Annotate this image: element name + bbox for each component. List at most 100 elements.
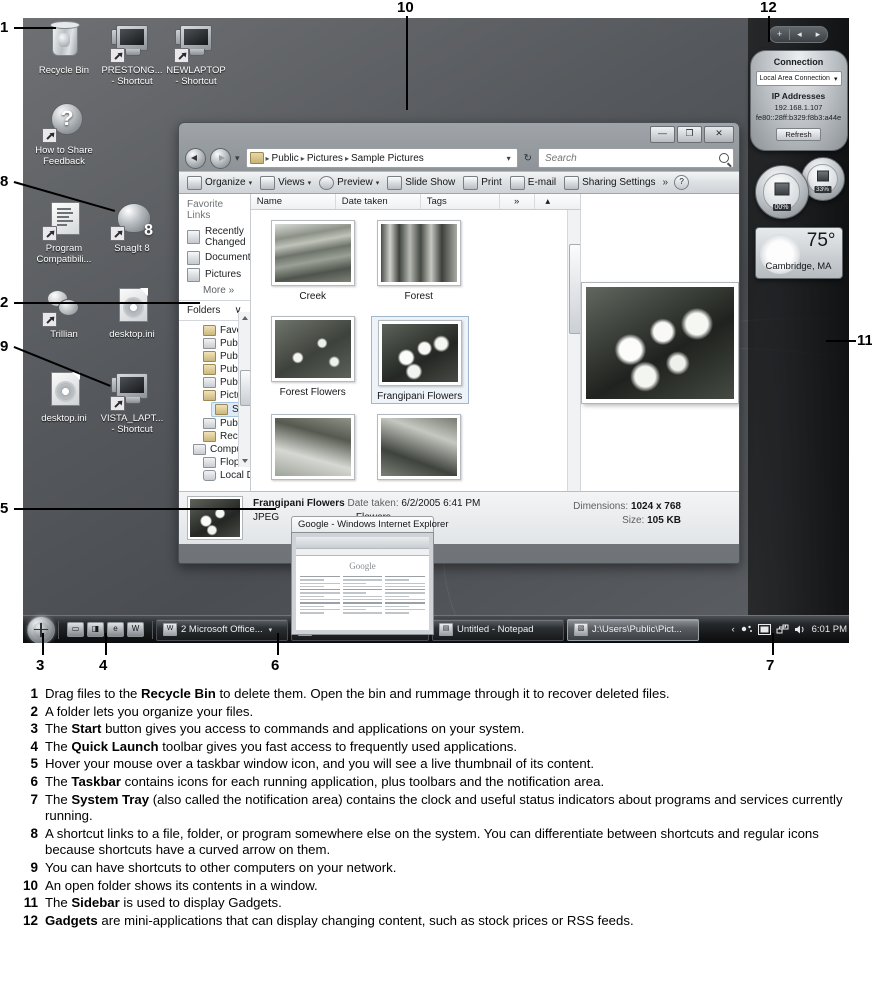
toolbar-organize-button[interactable]: Organize ▾ [184, 175, 255, 191]
breadcrumb-item-sample-pictures[interactable]: Sample Pictures [351, 153, 424, 164]
navigation-scrollbar[interactable] [237, 312, 250, 467]
callout-2: 2 [0, 294, 9, 311]
file-list-pane[interactable]: Name Date taken Tags » ▴ Creek Forest Fo… [250, 194, 580, 491]
navigation-pane[interactable]: Favorite Links Recently Changed Document… [179, 194, 251, 491]
favorite-links-header: Favorite Links [187, 199, 224, 221]
search-input[interactable] [543, 151, 719, 165]
breadcrumb-item-pictures[interactable]: Pictures [307, 153, 343, 164]
windows-sidebar[interactable]: + ◂ ▸ Connection Local Area Connection ▾… [748, 18, 849, 643]
close-button[interactable]: ✕ [704, 126, 734, 143]
breadcrumb-item-public[interactable]: Public [272, 153, 299, 164]
desktop-icon-trillian[interactable]: Trillian [27, 286, 101, 340]
file-list-scrollbar[interactable] [567, 210, 580, 491]
connection-select[interactable]: Local Area Connection ▾ [755, 71, 842, 86]
column-sort-icon[interactable]: ▴ [535, 194, 561, 209]
file-tile-creek[interactable]: Creek [265, 220, 361, 302]
help-button[interactable]: ? [674, 175, 690, 190]
tree-item-local-disk-c[interactable]: Local Disk (C:) [179, 469, 250, 482]
refresh-button[interactable]: Refresh [776, 128, 821, 141]
taskbar-button-microsoft-office[interactable]: W 2 Microsoft Office... ▾ [156, 618, 288, 641]
recent-pages-caret-icon[interactable]: ▾ [235, 153, 240, 164]
start-button[interactable] [27, 615, 55, 643]
refresh-icon[interactable]: ↻ [522, 153, 534, 164]
address-bar[interactable]: ▾ ▸ Public ▸ Pictures ▸ Sample Pictures … [179, 145, 739, 171]
preview-pane[interactable] [580, 194, 739, 491]
nav-link-documents[interactable]: Documents [179, 249, 250, 266]
file-tile-row3-2[interactable] [371, 414, 467, 485]
file-tile-frangipani-flowers[interactable]: Frangipani Flowers [370, 316, 469, 404]
desktop-background[interactable]: Recycle Bin PRESTONG... - Shortcut NEWLA… [23, 18, 849, 643]
toolbar-print-button[interactable]: Print [460, 175, 505, 191]
desktop-icon-label: PRESTONG... [101, 65, 163, 76]
cpu-meter-gadget[interactable]: 33% 00% [753, 157, 845, 219]
scroll-down-icon[interactable] [241, 459, 248, 463]
address-field[interactable]: ▸ Public ▸ Pictures ▸ Sample Pictures ▾ [245, 148, 518, 168]
forward-button[interactable] [210, 147, 231, 169]
breadcrumb[interactable]: ▸ Public ▸ Pictures ▸ Sample Pictures [249, 152, 504, 164]
toolbar-slide-show-button[interactable]: Slide Show [384, 175, 458, 191]
details-file-type: JPEG [253, 512, 280, 523]
desktop-icon-prestong-shortcut[interactable]: PRESTONG... - Shortcut [95, 22, 169, 87]
show-desktop-icon[interactable]: ▭ [67, 622, 84, 637]
taskbar-button-notepad[interactable]: ▤ Untitled - Notepad [432, 618, 564, 641]
desktop-icon-label: Trillian [50, 329, 78, 340]
window-titlebar[interactable]: — ❐ ✕ [179, 123, 739, 145]
volume-icon[interactable] [794, 624, 807, 635]
column-header-date-taken[interactable]: Date taken [336, 194, 421, 209]
column-overflow-icon[interactable]: » [500, 194, 535, 209]
clock[interactable]: 6:01 PM [812, 624, 847, 635]
scrollbar-thumb[interactable] [569, 244, 580, 334]
toolbar-preview-button[interactable]: Preview ▾ [316, 175, 382, 191]
minimize-button[interactable]: — [650, 126, 675, 143]
explorer-window[interactable]: — ❐ ✕ ▾ ▸ Public ▸ Pictures ▸ Sample Pic… [178, 122, 740, 564]
nav-link-recently-changed[interactable]: Recently Changed [179, 224, 250, 249]
tray-overflow-icon[interactable]: ‹ [731, 624, 734, 635]
frangipani-flowers-thumbnail [381, 324, 458, 382]
explorer-toolbar[interactable]: Organize ▾ Views ▾ Preview ▾ Slide Show … [179, 171, 739, 194]
column-header-tags[interactable]: Tags [421, 194, 500, 209]
callout-7: 7 [766, 657, 775, 674]
desktop-icon-desktop-ini-1[interactable]: desktop.ini [95, 286, 169, 340]
system-tray[interactable]: ‹ 6:01 PM [727, 624, 849, 635]
flip-3d-icon[interactable]: ◨ [87, 622, 104, 637]
taskbar-button-explorer[interactable]: ▧ J:\Users\Public\Pict... [567, 618, 699, 641]
desktop-icon-how-to-share-feedback[interactable]: ? How to Share Feedback [27, 102, 101, 167]
toolbar-email-button[interactable]: E-mail [507, 175, 559, 191]
word-icon[interactable]: W [127, 622, 144, 637]
desktop-icon-recycle-bin[interactable]: Recycle Bin [27, 21, 101, 76]
file-tile-row3-1[interactable] [265, 414, 361, 485]
desktop-icon-newlaptop-shortcut[interactable]: NEWLAPTOP - Shortcut [159, 22, 233, 87]
nav-link-pictures[interactable]: Pictures [179, 266, 250, 283]
display-icon[interactable] [757, 624, 771, 635]
callout-6: 6 [271, 657, 280, 674]
caption-text: Drag files to the Recycle Bin to delete … [45, 686, 670, 701]
desktop-icon-vista-laptop-shortcut[interactable]: VISTA_LAPT... - Shortcut [95, 370, 169, 435]
address-dropdown-icon[interactable]: ▾ [504, 154, 514, 163]
toolbar-overflow-button[interactable]: » [663, 177, 669, 188]
column-headers[interactable]: Name Date taken Tags » ▴ [250, 194, 580, 210]
file-tiles[interactable]: Creek Forest Forest Flowers Frangipani F… [251, 210, 580, 491]
toolbar-views-button[interactable]: Views ▾ [257, 175, 314, 191]
action-center-icon[interactable] [740, 624, 753, 635]
maximize-button[interactable]: ❐ [677, 126, 702, 143]
network-connection-gadget[interactable]: Connection Local Area Connection ▾ IP Ad… [749, 50, 848, 151]
file-tile-forest-flowers[interactable]: Forest Flowers [265, 316, 361, 400]
previous-gadget-button[interactable]: ◂ [790, 28, 809, 41]
caption-number: 8 [30, 825, 38, 841]
divider [58, 620, 59, 639]
back-button[interactable] [185, 147, 206, 169]
network-icon[interactable] [776, 624, 789, 635]
column-header-name[interactable]: Name [251, 194, 336, 209]
toolbar-sharing-settings-button[interactable]: Sharing Settings [561, 175, 658, 191]
next-gadget-button[interactable]: ▸ [809, 28, 828, 41]
nav-more-button[interactable]: More » [179, 283, 250, 300]
search-box[interactable] [538, 148, 734, 168]
scroll-up-icon[interactable] [241, 316, 248, 320]
scrollbar-thumb[interactable] [239, 370, 250, 406]
desktop-icon-program-compatibility[interactable]: Program Compatibili... [27, 200, 101, 265]
internet-explorer-icon[interactable]: e [107, 622, 124, 637]
file-tile-forest[interactable]: Forest [371, 220, 467, 302]
add-gadget-button[interactable]: + [770, 28, 789, 41]
taskbar[interactable]: ▭ ◨ e W W 2 Microsoft Office... ▾ e Goog… [23, 615, 849, 643]
weather-gadget[interactable]: 75° Cambridge, MA [754, 227, 843, 279]
